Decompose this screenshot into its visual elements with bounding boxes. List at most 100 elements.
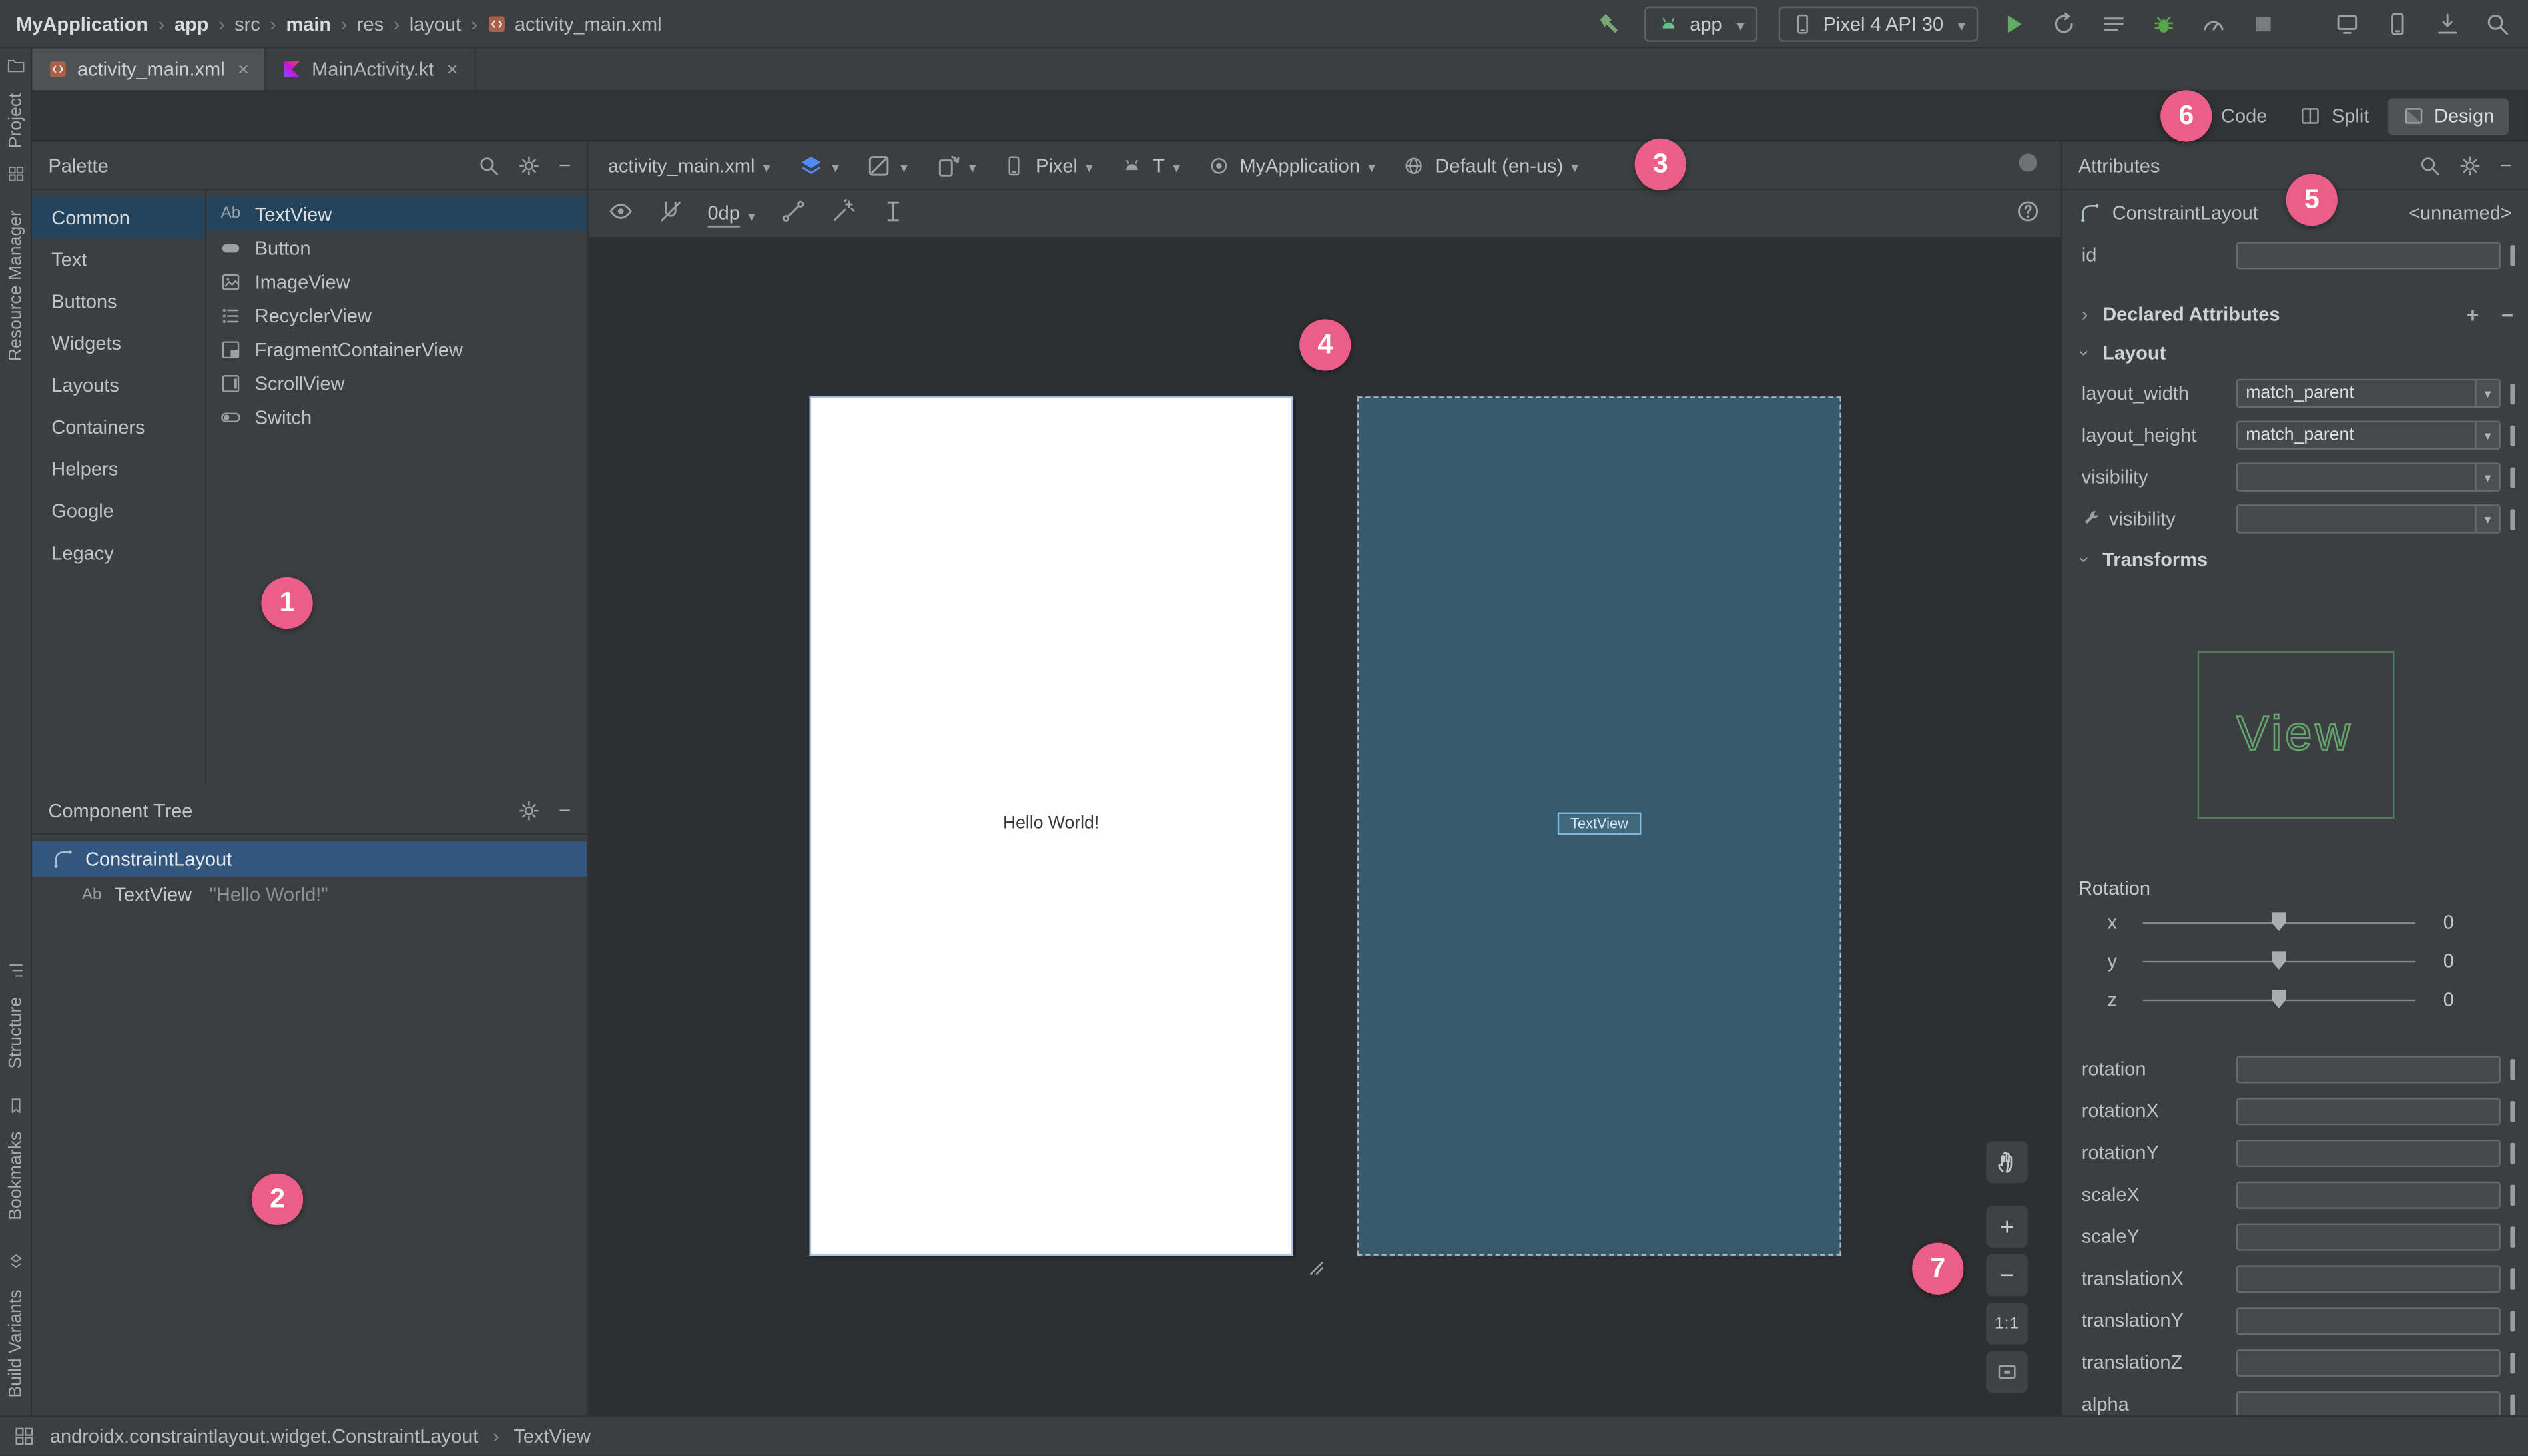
palette-category-google[interactable]: Google (32, 490, 204, 532)
project-folder-icon[interactable] (7, 57, 26, 76)
orientation-selector[interactable] (935, 152, 976, 178)
clear-constraints-icon[interactable] (779, 198, 806, 229)
palette-item-button[interactable]: Button (206, 230, 587, 264)
layout-section[interactable]: Layout (2062, 334, 2528, 372)
translation-z-input[interactable] (2236, 1348, 2501, 1376)
breadcrumb-src[interactable]: src (234, 12, 260, 35)
search-icon[interactable] (478, 154, 501, 177)
slider-thumb[interactable] (2271, 950, 2286, 970)
palette-category-containers[interactable]: Containers (32, 406, 204, 448)
hello-world-textview[interactable]: Hello World! (811, 814, 1291, 833)
sidebar-item-build-variants[interactable]: Build Variants (0, 1275, 32, 1411)
chevron-down-icon[interactable] (2475, 464, 2499, 490)
view-mode-design[interactable]: Design (2387, 97, 2509, 135)
declared-attributes-section[interactable]: Declared Attributes +− (2062, 295, 2528, 334)
rotation-input[interactable] (2236, 1055, 2501, 1083)
attr-flag[interactable] (2510, 466, 2515, 488)
gear-icon[interactable] (518, 154, 541, 177)
sidebar-item-structure[interactable]: Structure (0, 984, 32, 1084)
rotation-x-input[interactable] (2236, 1096, 2501, 1125)
design-surface[interactable]: Hello World! TextView + − 1:1 (588, 238, 2061, 1416)
attr-flag[interactable] (2510, 1268, 2515, 1289)
tab-mainactivity-kt[interactable]: MainActivity.kt × (267, 48, 477, 91)
pan-button[interactable] (1986, 1141, 2029, 1184)
issue-panel-icon[interactable] (2015, 150, 2041, 181)
view-options-icon[interactable] (608, 198, 634, 229)
slider-track[interactable] (2142, 989, 2415, 1009)
attr-flag[interactable] (2510, 1184, 2515, 1205)
breadcrumb-file[interactable]: activity_main.xml (515, 12, 662, 35)
chevron-down-icon[interactable] (2475, 380, 2499, 406)
slider-track[interactable] (2142, 950, 2415, 970)
blueprint-view-phone[interactable]: TextView (1357, 396, 1841, 1256)
hide-panel-icon[interactable]: − (2499, 153, 2511, 177)
tool-window-switcher-icon[interactable] (13, 1425, 35, 1448)
design-view-phone[interactable]: Hello World! (809, 396, 1293, 1256)
help-icon[interactable] (2015, 198, 2041, 229)
attr-flag[interactable] (2510, 508, 2515, 530)
attr-flag[interactable] (2510, 1226, 2515, 1247)
zoom-ratio-button[interactable]: 1:1 (1986, 1302, 2029, 1345)
sidebar-item-resource-manager[interactable]: Resource Manager (0, 187, 32, 384)
stop-button[interactable] (2249, 9, 2278, 37)
attr-flag[interactable] (2510, 1351, 2515, 1373)
palette-item-recyclerview[interactable]: RecyclerView (206, 298, 587, 332)
remove-attribute-icon[interactable]: − (2501, 302, 2513, 326)
bookmarks-icon[interactable] (7, 1096, 26, 1116)
attr-flag[interactable] (2510, 244, 2515, 266)
build-hammer-icon[interactable] (1595, 9, 1624, 37)
default-margin-selector[interactable]: 0dp (707, 201, 755, 227)
zoom-fit-button[interactable] (1986, 1351, 2029, 1393)
blueprint-textview[interactable]: TextView (1557, 812, 1642, 835)
device-selector[interactable]: Pixel (1004, 154, 1093, 177)
palette-category-text[interactable]: Text (32, 239, 204, 281)
attr-flag[interactable] (2510, 424, 2515, 446)
run-config-dropdown[interactable]: app (1644, 5, 1757, 41)
emulator-icon[interactable] (2383, 9, 2412, 37)
sidebar-item-bookmarks[interactable]: Bookmarks (0, 1119, 32, 1232)
palette-item-imageview[interactable]: ImageView (206, 264, 587, 298)
tree-row-constraintlayout[interactable]: ConstraintLayout (32, 841, 587, 877)
breadcrumb-project[interactable]: MyApplication (16, 12, 148, 35)
debug-button[interactable] (2149, 9, 2178, 37)
sidebar-item-project[interactable]: Project (0, 81, 32, 161)
resize-handle[interactable] (1303, 1254, 1325, 1277)
palette-category-helpers[interactable]: Helpers (32, 448, 204, 490)
status-selected-component[interactable]: TextView (513, 1425, 591, 1448)
palette-category-layouts[interactable]: Layouts (32, 364, 204, 406)
chevron-down-icon[interactable] (2475, 506, 2499, 532)
profiler-button[interactable] (2199, 9, 2228, 37)
tab-activity-main-xml[interactable]: activity_main.xml × (32, 48, 267, 91)
resource-manager-icon[interactable] (7, 164, 26, 184)
guidelines-icon[interactable] (880, 198, 906, 229)
breadcrumb-app[interactable]: app (174, 12, 209, 35)
transforms-section[interactable]: Transforms (2062, 540, 2528, 579)
palette-category-buttons[interactable]: Buttons (32, 280, 204, 322)
target-device-dropdown[interactable]: Pixel 4 API 30 (1778, 5, 1979, 41)
night-mode-selector[interactable] (866, 152, 908, 178)
close-icon[interactable]: × (447, 58, 458, 81)
autoconnect-icon[interactable] (658, 198, 684, 229)
search-icon[interactable] (2419, 154, 2442, 177)
attr-flag[interactable] (2510, 1393, 2515, 1415)
layout-height-dropdown[interactable]: match_parent (2236, 420, 2501, 450)
surface-mode-selector[interactable] (798, 152, 840, 178)
locale-selector[interactable]: Default (en-us) (1403, 154, 1578, 177)
palette-item-textview[interactable]: Ab TextView (206, 196, 587, 231)
scale-y-input[interactable] (2236, 1222, 2501, 1250)
apply-code-changes-button[interactable] (2099, 9, 2128, 37)
scale-x-input[interactable] (2236, 1180, 2501, 1208)
visibility-dropdown[interactable] (2236, 462, 2501, 492)
status-class-path[interactable]: androidx.constraintlayout.widget.Constra… (50, 1425, 478, 1448)
palette-category-legacy[interactable]: Legacy (32, 532, 204, 574)
palette-item-scrollview[interactable]: ScrollView (206, 366, 587, 400)
attr-flag[interactable] (2510, 1142, 2515, 1163)
chevron-down-icon[interactable] (2475, 422, 2499, 448)
breadcrumb-res[interactable]: res (357, 12, 384, 35)
id-input[interactable] (2236, 241, 2501, 269)
build-variants-icon[interactable] (7, 1252, 26, 1272)
tree-row-textview[interactable]: Ab TextView "Hello World!" (32, 877, 587, 912)
palette-item-fragmentcontainerview[interactable]: FragmentContainerView (206, 332, 587, 366)
alpha-input[interactable] (2236, 1390, 2501, 1416)
palette-category-widgets[interactable]: Widgets (32, 322, 204, 364)
